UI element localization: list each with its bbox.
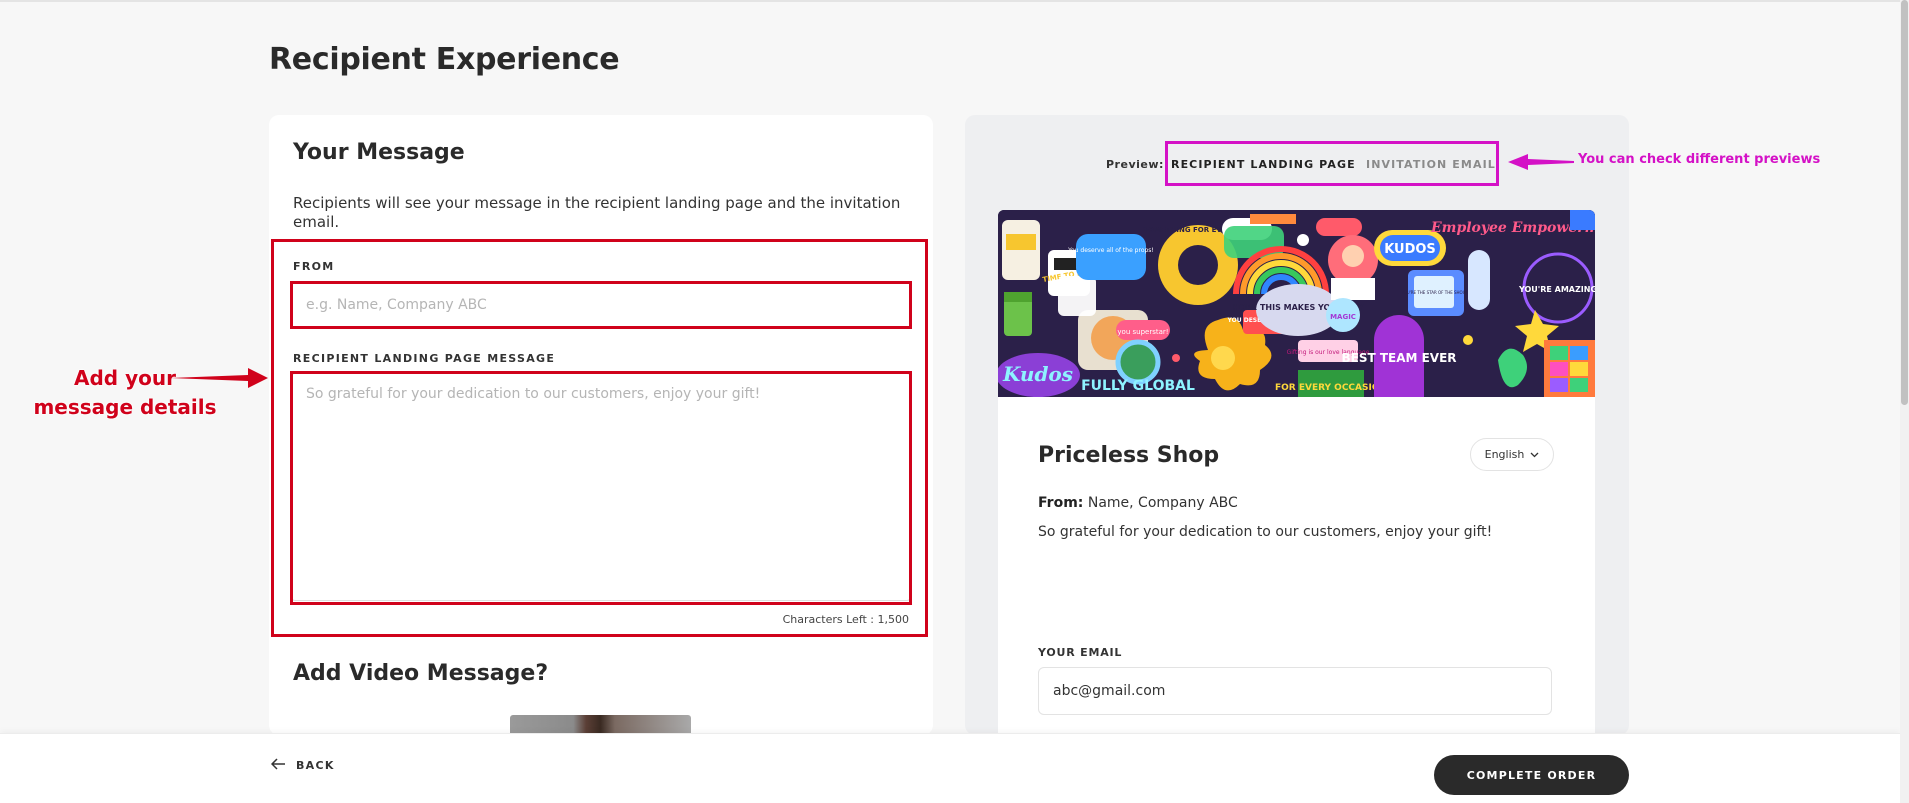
language-select[interactable]: English [1470, 438, 1554, 471]
preview-label: Preview: [1106, 158, 1164, 171]
preview-from-line: From: Name, Company ABC [1038, 495, 1238, 511]
annotation-pink-tabs-box [1165, 141, 1499, 186]
sticker-collage: Kudos TIME TO DIVE RIGHT IN You deserve … [998, 210, 1595, 397]
preview-message: So grateful for your dedication to our c… [1038, 524, 1493, 540]
annotation-red-from-box [290, 281, 912, 329]
top-border [0, 0, 1909, 2]
page-scrollbar[interactable] [1900, 0, 1909, 803]
preview-card: Preview: RECIPIENT LANDING PAGE INVITATI… [965, 115, 1629, 735]
page-title: Recipient Experience [269, 42, 620, 77]
back-button[interactable]: BACK [270, 758, 335, 773]
sticker-star-of-show: YOU'RE THE STAR OF THE SHOW [1400, 290, 1466, 295]
sticker-superstar: you superstar! [1117, 328, 1168, 336]
language-value: English [1484, 448, 1525, 461]
landing-preview: Priceless Shop English From: Name, Compa… [998, 397, 1595, 735]
preview-from-value: Name, Company ABC [1087, 495, 1238, 511]
sticker-best-team-ever: BEST TEAM EVER [1341, 351, 1456, 365]
your-email-label: YOUR EMAIL [1038, 646, 1123, 659]
arrow-left-icon [270, 758, 286, 773]
video-thumbnail[interactable] [510, 715, 691, 735]
sticker-magic: MAGIC [1330, 313, 1356, 321]
sticker-fully-global: FULLY GLOBAL [1081, 378, 1195, 394]
add-video-title: Add Video Message? [293, 661, 549, 686]
sticker-props-text: You deserve all of the props! [1067, 247, 1154, 254]
sticker-banner-image: Kudos TIME TO DIVE RIGHT IN You deserve … [998, 210, 1595, 397]
annotation-check-previews: You can check different previews [1578, 152, 1821, 167]
scrollbar-thumb[interactable] [1901, 0, 1908, 405]
sticker-youre-amazing: YOU'RE AMAZING [1518, 285, 1595, 294]
back-label: BACK [296, 759, 335, 772]
preview-from-prefix: From: [1038, 495, 1084, 511]
sticker-kudos-badge: KUDOS [1384, 242, 1436, 257]
sticker-kudos-script: Kudos [1002, 362, 1073, 386]
complete-order-button[interactable]: COMPLETE ORDER [1434, 755, 1629, 795]
shop-name: Priceless Shop [1038, 443, 1220, 468]
footer-bar: BACK COMPLETE ORDER [0, 733, 1900, 803]
chevron-down-icon [1530, 448, 1539, 461]
your-message-description: Recipients will see your message in the … [293, 194, 901, 231]
your-email-input[interactable] [1038, 667, 1552, 715]
annotation-red-arrow-icon [170, 368, 268, 388]
your-message-title: Your Message [293, 140, 465, 165]
annotation-left-line2: message details [33, 395, 217, 419]
annotation-red-message-box [290, 371, 912, 605]
sticker-for-every-occasion: FOR EVERY OCCASION [1275, 383, 1387, 393]
annotation-pink-arrow-icon [1508, 154, 1574, 170]
